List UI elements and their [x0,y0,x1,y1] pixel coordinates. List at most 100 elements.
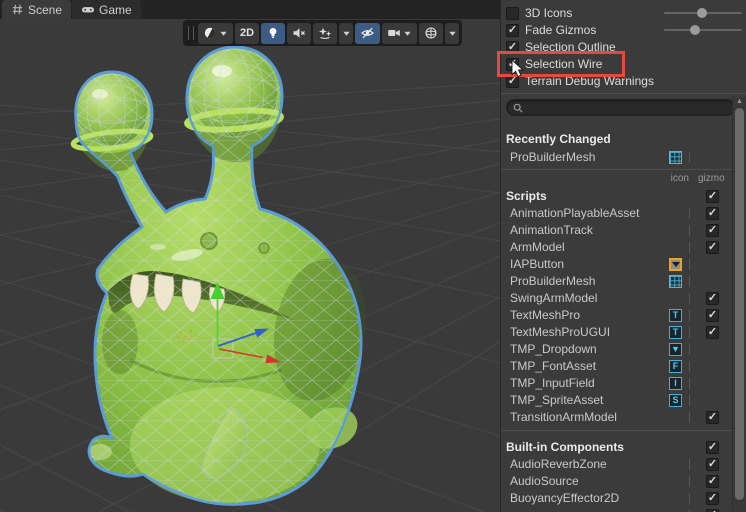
tmp-icon[interactable]: T [669,309,682,322]
toggle-label: 3D Icons [525,6,573,20]
checkbox[interactable]: ✓ [506,23,519,37]
column-divider [689,327,690,338]
gizmo-checkbox[interactable]: ✓ [706,441,719,454]
row-name: AnimationTrack [510,223,593,237]
slider-handle[interactable] [697,8,708,18]
scrollbar-thumb[interactable] [735,108,744,500]
gizmo-sphere-icon [424,26,438,40]
gizmo-list-row[interactable]: TMP_Dropdown ▼ [501,341,733,358]
gizmo-list-row[interactable]: TransitionArmModel ✓ [501,409,733,426]
gizmo-list-row[interactable]: ArmModel ✓ [501,239,733,256]
recently-changed-list: ProBuilderMesh [501,149,733,166]
tab-game-label: Game [99,2,132,17]
gizmos-button[interactable] [419,22,444,44]
gizmo-checkbox[interactable]: ✓ [706,309,719,322]
gizmo-list-row[interactable]: TMP_FontAsset F [501,358,733,375]
gizmo-search[interactable] [506,99,735,116]
row-name: IAPButton [510,257,565,271]
row-name: ProBuilderMesh [510,274,596,288]
gizmo-list-row[interactable]: TMP_InputField I [501,375,733,392]
tmp-icon[interactable]: S [669,394,682,407]
slider[interactable] [664,8,742,18]
column-divider [689,208,690,219]
gizmo-checkbox[interactable]: ✓ [706,492,719,505]
row-name: TMP_FontAsset [510,359,597,373]
scene-viewport[interactable] [0,0,500,512]
tmp-icon[interactable]: F [669,360,682,373]
iap-button-icon[interactable] [669,258,682,271]
gizmo-checkbox[interactable]: ✓ [706,458,719,471]
column-divider [689,225,690,236]
gizmo-list-row[interactable]: AnimationTrack ✓ [501,222,733,239]
toolbar-drag-handle[interactable] [188,26,194,40]
panel-scrollbar[interactable]: ▲ [732,97,746,512]
tab-scene[interactable]: Scene [2,0,72,19]
gizmo-list-row[interactable]: TMP_SpriteAsset S [501,392,733,409]
toggle-fade-gizmos: ✓ Fade Gizmos [506,22,596,39]
section-header-row[interactable]: Built-in Components ✓ [501,439,733,456]
gizmo-checkbox[interactable]: ✓ [706,411,719,424]
row-name: SwingArmModel [510,291,598,305]
slider[interactable] [664,25,742,35]
grid-icon [12,4,23,15]
row-name: TMP_Dropdown [510,342,597,356]
tab-scene-label: Scene [28,2,63,17]
gizmo-checkbox[interactable]: ✓ [706,292,719,305]
column-divider [689,476,690,487]
gizmo-checkbox[interactable]: ✓ [706,207,719,220]
tmp-icon[interactable]: T [669,326,682,339]
column-divider [689,293,690,304]
gizmo-checkbox[interactable]: ✓ [706,190,719,203]
scene-audio-button[interactable] [287,22,312,44]
tmp-icon[interactable]: I [669,377,682,390]
camera-button[interactable] [382,22,418,44]
row-name: TMP_InputField [510,376,595,390]
gizmo-checkbox[interactable]: ✓ [706,241,719,254]
gizmo-list-row[interactable]: ✓ [501,507,733,512]
section-header: Built-in Components [506,440,624,454]
search-icon [513,103,523,113]
gizmo-list-row[interactable]: AudioSource ✓ [501,473,733,490]
toggle-label: Fade Gizmos [525,23,597,37]
shading-mode-button[interactable] [198,22,233,44]
divider [501,93,746,94]
gizmo-checkbox[interactable]: ✓ [706,475,719,488]
probuilder-grid-icon[interactable] [669,275,682,288]
checkbox[interactable]: ✓ [506,6,519,20]
probuilder-grid-icon[interactable] [669,151,682,164]
slider-handle[interactable] [690,25,701,35]
gizmo-list-row[interactable]: TextMeshProUGUI T ✓ [501,324,733,341]
2d-toggle-label: 2D [240,27,255,39]
effects-button[interactable] [313,22,338,44]
gizmo-checkbox[interactable]: ✓ [706,224,719,237]
tab-game[interactable]: Game [72,0,141,19]
section-header: Scripts [506,189,547,203]
gizmo-list-row[interactable]: TextMeshPro T ✓ [501,307,733,324]
scene-lighting-button[interactable] [261,22,286,44]
effects-dropdown-button[interactable] [339,22,354,44]
hidden-objects-button[interactable] [355,22,381,44]
2d-toggle-button[interactable]: 2D [235,22,260,44]
gizmo-list-row[interactable]: AnimationPlayableAsset ✓ [501,205,733,222]
column-divider [689,276,690,287]
tmp-icon[interactable]: ▼ [669,343,682,356]
gizmo-list-row[interactable]: AudioReverbZone ✓ [501,456,733,473]
chevron-down-icon [403,29,412,38]
gizmo-list-row[interactable]: ProBuilderMesh [501,149,733,166]
section-header-row[interactable]: Scripts ✓ [501,188,733,205]
chevron-down-icon [448,29,457,38]
gizmo-list-row[interactable]: ProBuilderMesh [501,273,733,290]
gizmos-dropdown-button[interactable] [445,22,460,44]
audio-muted-icon [292,26,306,40]
search-input[interactable] [527,101,728,114]
gizmo-checkbox[interactable]: ✓ [706,326,719,339]
gizmo-list-row[interactable]: SwingArmModel ✓ [501,290,733,307]
gizmo-list-row[interactable]: BuoyancyEffector2D ✓ [501,490,733,507]
row-name: ProBuilderMesh [510,150,596,164]
funnel-glyph [671,262,680,267]
column-divider [689,412,690,423]
gizmo-list-row[interactable]: IAPButton [501,256,733,273]
gamepad-icon [81,7,95,13]
unity-editor-window: Scene Game 2D ✓3D Icons✓Fade Gizmos✓Sele… [0,0,746,512]
scrollbar-up-arrow[interactable]: ▲ [733,97,746,107]
